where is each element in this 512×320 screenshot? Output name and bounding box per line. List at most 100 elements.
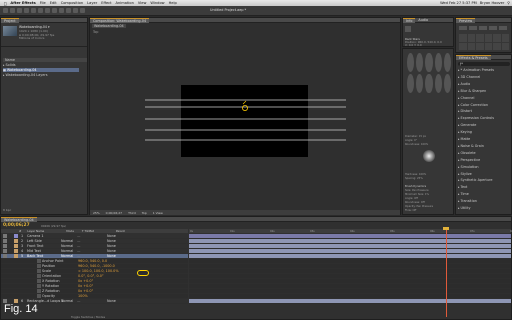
menu-window[interactable]: Window (150, 1, 164, 5)
col-name-label[interactable]: Name (5, 58, 15, 62)
property-value[interactable]: ∞ 100.0, 100.0, 100.0% (78, 269, 119, 273)
expand-triangle-icon[interactable]: ▸ (458, 89, 460, 93)
effects-category-item[interactable]: ▸ Color Correction (458, 103, 488, 107)
project-item-layers-folder[interactable]: ▸ Wakeboarding-04 Layers (3, 73, 48, 77)
brush-tool-icon[interactable] (66, 8, 71, 13)
expand-triangle-icon[interactable]: ▸ (458, 151, 460, 155)
tab-timeline-comp[interactable]: Wakeboarding-04 (1, 216, 37, 222)
spotlight-icon[interactable]: ⚲ (507, 1, 510, 5)
visibility-eye-icon[interactable] (3, 234, 7, 238)
expand-triangle-icon[interactable]: ▸ (458, 172, 460, 176)
user-name[interactable]: Bryan Hoover (480, 1, 505, 5)
layer-name[interactable]: Back Text (27, 254, 61, 258)
expand-triangle-icon[interactable]: ▸ (458, 75, 460, 79)
menu-edit[interactable]: Edit (50, 1, 57, 5)
expand-triangle-icon[interactable]: ▸ (458, 96, 460, 100)
trkmat-dropdown[interactable]: — (77, 299, 107, 303)
dyn-size[interactable]: Size: Pen Pressure (405, 189, 429, 192)
tab-project[interactable]: Project (1, 17, 19, 23)
brush-angle[interactable]: Angle: 0° (405, 139, 417, 142)
layer-name[interactable]: Front Text (27, 244, 61, 248)
effects-category-item[interactable]: ▸ Audio (458, 82, 470, 86)
expand-triangle-icon[interactable]: ▸ (458, 103, 460, 107)
visibility-eye-icon[interactable] (3, 249, 7, 253)
layer-name[interactable]: Left Side (27, 239, 61, 243)
rotate-tool-icon[interactable] (24, 8, 29, 13)
mask-tool-icon[interactable] (45, 8, 50, 13)
expand-triangle-icon[interactable]: ▸ (458, 178, 460, 182)
menu-help[interactable]: Help (169, 1, 177, 5)
col-header-layer-name[interactable]: Layer Name (27, 229, 44, 233)
property-value[interactable]: 0x +0.0° (78, 289, 93, 293)
trkmat-dropdown[interactable]: — (77, 239, 107, 243)
dyn-angle[interactable]: Angle: Off (405, 197, 418, 200)
stopwatch-icon[interactable] (37, 279, 41, 283)
eraser-tool-icon[interactable] (80, 8, 85, 13)
selection-tool-icon[interactable] (3, 8, 8, 13)
effects-category-item[interactable]: ▸ Matte (458, 137, 470, 141)
stopwatch-icon[interactable] (37, 269, 41, 273)
col-header-num[interactable]: # (19, 229, 21, 233)
layer-mode-dropdown[interactable]: Normal (61, 254, 77, 258)
trkmat-dropdown[interactable]: — (77, 254, 107, 258)
parent-dropdown[interactable]: None (107, 244, 116, 248)
visibility-eye-icon[interactable] (3, 239, 7, 243)
zoom-dropdown[interactable]: 25% (93, 211, 100, 215)
effects-category-item[interactable]: ▸ Stylize (458, 172, 472, 176)
effects-category-item[interactable]: ▸ Synthetic Aperture (458, 178, 492, 182)
parent-dropdown[interactable]: None (107, 239, 116, 243)
label-color-swatch[interactable] (14, 234, 18, 238)
layer-mode-dropdown[interactable]: Normal (61, 249, 77, 253)
tab-preview[interactable]: Preview (456, 17, 476, 23)
expand-triangle-icon[interactable]: ▸ (458, 116, 460, 120)
last-frame-icon[interactable] (499, 26, 507, 30)
trkmat-dropdown[interactable]: — (77, 249, 107, 253)
effects-search-input[interactable]: ƒ* (458, 62, 510, 66)
visibility-eye-icon[interactable] (3, 254, 7, 258)
effects-category-item[interactable]: ▸ * Animation Presets (458, 68, 494, 72)
label-color-swatch[interactable] (14, 239, 18, 243)
col-header-trkmat[interactable]: T TrkMat (82, 229, 94, 233)
brush-spacing[interactable]: Spacing: 25% (405, 177, 423, 180)
layer-mode-dropdown[interactable]: Normal (61, 239, 77, 243)
menu-animation[interactable]: Animation (116, 1, 134, 5)
tab-effects-presets[interactable]: Effects & Presets (456, 54, 491, 60)
effects-category-item[interactable]: ▸ Expression Controls (458, 116, 494, 120)
expand-triangle-icon[interactable]: ▸ (458, 137, 460, 141)
zoom-tool-icon[interactable] (17, 8, 22, 13)
menu-app[interactable]: After Effects (10, 1, 35, 5)
brush-roundness[interactable]: Roundness: 100% (405, 143, 428, 146)
expand-triangle-icon[interactable]: ▸ (458, 158, 460, 162)
stopwatch-icon[interactable] (37, 284, 41, 288)
property-value[interactable]: 0x +0.0° (78, 284, 93, 288)
expand-triangle-icon[interactable]: ▸ (458, 165, 460, 169)
label-color-swatch[interactable] (14, 249, 18, 253)
stopwatch-icon[interactable] (37, 294, 41, 298)
effects-category-item[interactable]: ▸ Utility (458, 206, 471, 210)
property-value[interactable]: 960.0, 540.0, -1000.0 (78, 264, 115, 268)
dyn-min-size[interactable]: Minimum Size: 1% (405, 193, 429, 196)
effects-category-item[interactable]: ▸ Channel (458, 96, 474, 100)
col-header-mode[interactable]: Mode (66, 229, 74, 233)
trkmat-dropdown[interactable]: — (77, 234, 107, 238)
menu-composition[interactable]: Composition (61, 1, 83, 5)
property-value[interactable]: 100% (78, 294, 88, 298)
property-value[interactable]: 0x +0.0° (78, 279, 93, 283)
label-color-swatch[interactable] (14, 244, 18, 248)
trkmat-dropdown[interactable]: — (77, 244, 107, 248)
timeline-timecode[interactable]: 0;00;06;27 (3, 223, 30, 228)
visibility-eye-icon[interactable] (3, 244, 7, 248)
effects-category-item[interactable]: ▸ Noise & Grain (458, 144, 484, 148)
effects-category-item[interactable]: ▸ Distort (458, 109, 472, 113)
expand-triangle-icon[interactable]: ▸ (458, 199, 460, 203)
pen-tool-icon[interactable] (52, 8, 57, 13)
comp-timecode[interactable]: 0;00;06;27 (106, 211, 122, 215)
menu-view[interactable]: View (138, 1, 147, 5)
project-item-comp[interactable]: ▦ Wakeboarding-04 (3, 68, 79, 72)
first-frame-icon[interactable] (459, 26, 467, 30)
expand-triangle-icon[interactable]: ▸ (458, 82, 460, 86)
hand-tool-icon[interactable] (10, 8, 15, 13)
layer-name[interactable]: Mid Text (27, 249, 61, 253)
expand-triangle-icon[interactable]: ▸ (458, 185, 460, 189)
expand-triangle-icon[interactable]: ▸ (458, 144, 460, 148)
